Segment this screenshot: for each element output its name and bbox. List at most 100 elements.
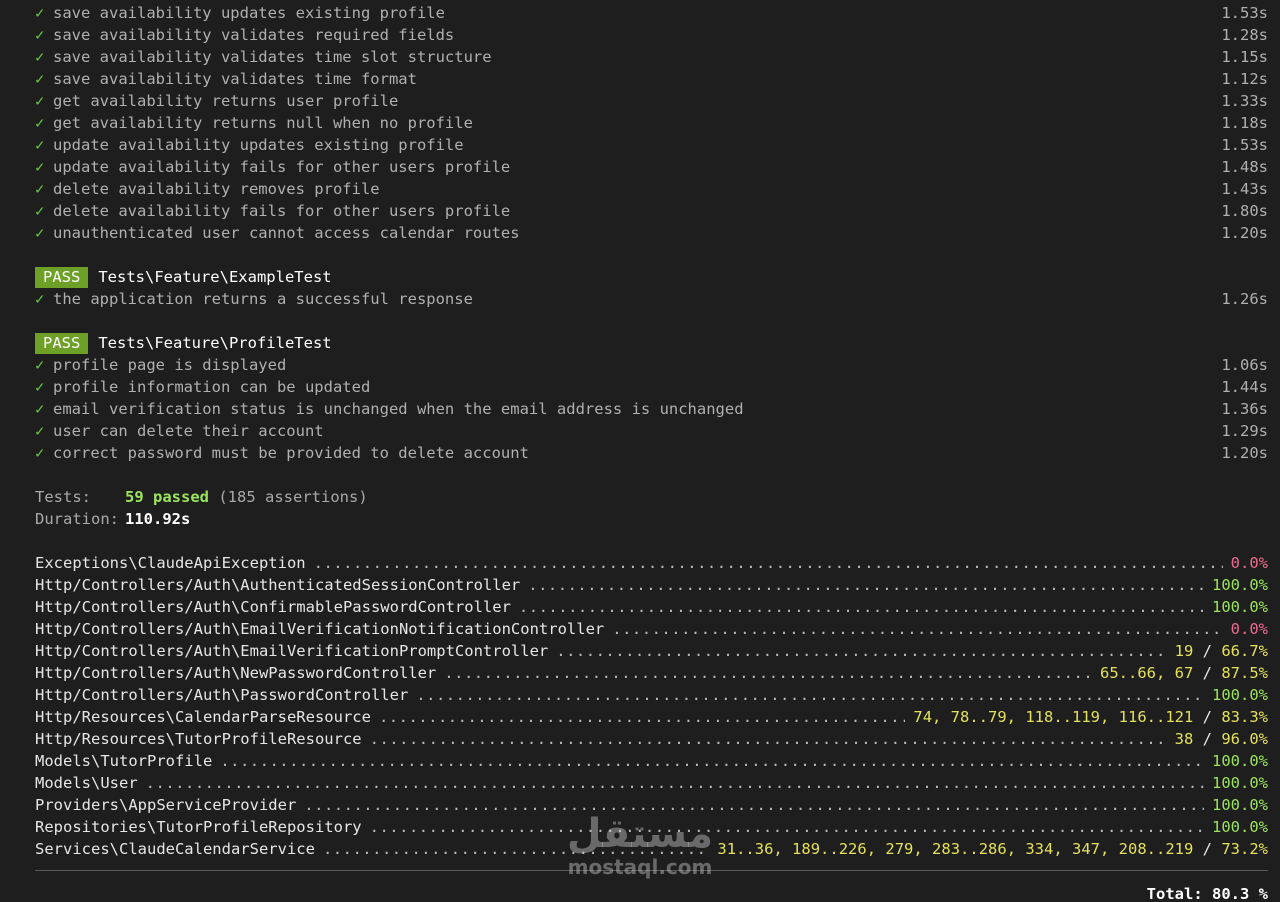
coverage-file: Http/Controllers/Auth\ConfirmablePasswor… [35,598,511,616]
test-name: unauthenticated user cannot access calen… [53,224,520,242]
coverage-file: Services\ClaudeCalendarService [35,840,315,858]
coverage-percent: 83.3% [1221,708,1268,726]
coverage-percent: 0.0% [1230,620,1268,638]
separator: / [1193,730,1222,748]
check-icon: ✓ [35,92,45,110]
coverage-row: Repositories\TutorProfileRepository 100.0… [35,816,1268,838]
coverage-file: Exceptions\ClaudeApiException [35,554,306,572]
coverage-file: Models\TutorProfile [35,752,213,770]
calendar-test-list: ✓ save availability updates existing prof… [35,2,1268,244]
coverage-percent: 100.0% [1212,818,1268,836]
test-row: ✓ the application returns a successful re… [35,288,1268,310]
assertions-count: (185 assertions) [218,488,368,506]
test-duration: 1.53s [1221,136,1268,154]
dot-leader [556,640,1166,662]
dot-leader [519,596,1204,618]
test-name: save availability validates required fie… [53,26,455,44]
test-name: save availability validates time format [53,70,417,88]
dot-leader [370,728,1167,750]
test-name: user can delete their account [53,422,324,440]
dot-leader [304,794,1204,816]
separator: / [1193,642,1222,660]
uncovered-lines: 65..66, 67 [1100,664,1194,682]
uncovered-lines: 31..36, 189..226, 279, 283..286, 334, 34… [717,840,1194,858]
dot-leader [444,662,1092,684]
coverage-percent: 100.0% [1212,796,1268,814]
check-icon: ✓ [35,4,45,22]
test-duration: 1.80s [1221,202,1268,220]
test-name: profile page is displayed [53,356,287,374]
check-icon: ✓ [35,70,45,88]
test-name: get availability returns user profile [53,92,399,110]
test-duration: 1.26s [1221,290,1268,308]
check-icon: ✓ [35,356,45,374]
dot-leader [370,816,1204,838]
test-duration: 1.36s [1221,400,1268,418]
check-icon: ✓ [35,136,45,154]
test-row: ✓ unauthenticated user cannot access cale… [35,222,1268,244]
dot-leader [528,574,1204,596]
coverage-row: Http/Controllers/Auth\ConfirmablePasswor… [35,596,1268,618]
test-name: the application returns a successful res… [53,290,473,308]
coverage-percent: 66.7% [1221,642,1268,660]
test-duration: 1.20s [1221,224,1268,242]
coverage-total: Total: 80.3 % [1146,885,1268,902]
test-row: ✓ user can delete their account 1.29s [35,420,1268,442]
test-duration: 1.12s [1221,70,1268,88]
check-icon: ✓ [35,48,45,66]
test-row: ✓ profile page is displayed 1.06s [35,354,1268,376]
test-row: ✓ save availability validates required fi… [35,24,1268,46]
dot-leader [146,772,1204,794]
dot-leader [416,684,1204,706]
pass-badge: PASS [35,332,89,354]
suite-name: Tests\Feature\ProfileTest [98,334,332,352]
test-duration: 1.15s [1221,48,1268,66]
coverage-row: Http/Controllers/Auth\EmailVerificationP… [35,640,1268,662]
coverage-file: Http/Resources\TutorProfileResource [35,730,362,748]
test-row: ✓ delete availability removes profile 1.43… [35,178,1268,200]
test-row: ✓ profile information can be updated 1.44s [35,376,1268,398]
passed-count: 59 passed [125,488,209,506]
check-icon: ✓ [35,114,45,132]
uncovered-lines: 38 [1174,730,1194,748]
coverage-percent: 73.2% [1221,840,1268,858]
dot-leader [220,750,1204,772]
dot-leader [612,618,1222,640]
coverage-percent: 87.5% [1221,664,1268,682]
coverage-percent: 100.0% [1212,576,1268,594]
suite-name: Tests\Feature\ExampleTest [98,268,332,286]
coverage-row: Providers\AppServiceProvider 100.0% [35,794,1268,816]
test-duration: 1.43s [1221,180,1268,198]
suite-header: PASS Tests\Feature\ExampleTest [35,266,1268,288]
suite-header: PASS Tests\Feature\ProfileTest [35,332,1268,354]
test-duration: 1.29s [1221,422,1268,440]
check-icon: ✓ [35,158,45,176]
coverage-row: Models\User 100.0% [35,772,1268,794]
check-icon: ✓ [35,26,45,44]
coverage-file: Http/Controllers/Auth\EmailVerificationN… [35,620,605,638]
coverage-file: Repositories\TutorProfileRepository [35,818,362,836]
coverage-file: Providers\AppServiceProvider [35,796,297,814]
tests-summary: Tests: 59 passed (185 assertions) [35,486,1268,508]
check-icon: ✓ [35,444,45,462]
test-row: ✓ correct password must be provided to de… [35,442,1268,464]
duration-value: 110.92s [125,510,191,528]
test-suites: PASS Tests\Feature\ExampleTest ✓ the applic… [35,266,1268,486]
check-icon: ✓ [35,224,45,242]
coverage-percent: 100.0% [1212,686,1268,704]
coverage-percent: 100.0% [1212,752,1268,770]
test-row: ✓ update availability updates existing pr… [35,134,1268,156]
coverage-percent: 100.0% [1212,774,1268,792]
test-name: delete availability fails for other user… [53,202,511,220]
test-row: ✓ get availability returns user profile 1.… [35,90,1268,112]
test-name: correct password must be provided to del… [53,444,529,462]
test-duration: 1.33s [1221,92,1268,110]
pass-badge: PASS [35,266,89,288]
test-duration: 1.53s [1221,4,1268,22]
separator: / [1193,664,1222,682]
coverage-file: Http/Controllers/Auth\AuthenticatedSessi… [35,576,521,594]
coverage-percent: 100.0% [1212,598,1268,616]
test-name: email verification status is unchanged w… [53,400,744,418]
coverage-file: Http/Resources\CalendarParseResource [35,708,371,726]
test-duration: 1.20s [1221,444,1268,462]
